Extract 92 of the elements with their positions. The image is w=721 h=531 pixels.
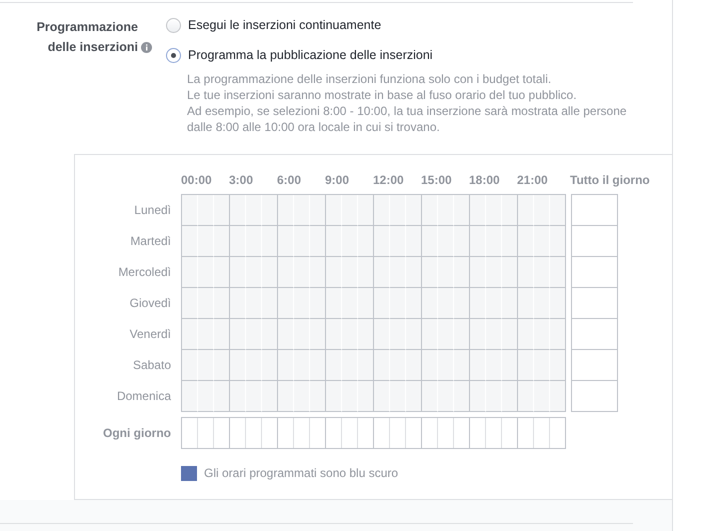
- all-day-cell[interactable]: [571, 257, 618, 288]
- hour-cell[interactable]: [358, 195, 374, 226]
- hour-cell[interactable]: [262, 195, 278, 226]
- all-day-cell[interactable]: [571, 319, 618, 350]
- description-text: La programmazione delle inserzioni funziona solo con i budget totali.: [187, 71, 552, 87]
- hour-label: 12:00: [373, 173, 404, 187]
- hour-cell[interactable]: [502, 288, 518, 319]
- radio-button[interactable]: [166, 48, 181, 62]
- all-day-cell[interactable]: [571, 226, 618, 257]
- hour-cell[interactable]: [454, 195, 470, 226]
- hour-cell[interactable]: [550, 350, 566, 381]
- hour-cell[interactable]: [406, 257, 422, 288]
- hour-cell[interactable]: [550, 381, 566, 412]
- hour-cell[interactable]: [358, 226, 374, 257]
- column-header: Tutto il giorno: [570, 172, 650, 189]
- hour-cell[interactable]: [406, 319, 422, 350]
- hour-cell[interactable]: [262, 319, 278, 350]
- hour-cell[interactable]: [454, 319, 470, 350]
- radio-button[interactable]: [166, 18, 181, 32]
- hour-cell[interactable]: [406, 350, 422, 381]
- hour-cell[interactable]: [550, 288, 566, 319]
- hour-label: 9:00: [325, 173, 350, 187]
- hour-label: 15:00: [421, 173, 452, 187]
- all-day-cell[interactable]: [571, 350, 618, 381]
- option-label: Esegui le inserzioni continuamente: [188, 16, 382, 34]
- hour-cell[interactable]: [262, 381, 278, 412]
- hour-cell[interactable]: [214, 319, 230, 350]
- hour-cell[interactable]: [406, 226, 422, 257]
- hour-cell[interactable]: [502, 257, 518, 288]
- all-day-cell[interactable]: [571, 381, 618, 412]
- hour-cell[interactable]: [406, 288, 422, 319]
- hour-cell[interactable]: [454, 350, 470, 381]
- hour-cell[interactable]: [262, 226, 278, 257]
- day-label: Mercoledì: [118, 264, 171, 280]
- legend-text: Gli orari programmati sono blu scuro: [204, 465, 398, 482]
- hour-cell[interactable]: [214, 226, 230, 257]
- hour-cell[interactable]: [358, 319, 374, 350]
- day-label: Giovedì: [130, 294, 171, 312]
- hour-cell[interactable]: [310, 257, 326, 288]
- hour-cell[interactable]: [358, 350, 374, 381]
- day-label: Venerdì: [130, 326, 171, 342]
- all-day-cell[interactable]: [571, 195, 618, 226]
- hour-cell[interactable]: [214, 350, 230, 381]
- hour-cell[interactable]: [214, 288, 230, 319]
- hour-cell[interactable]: [358, 381, 374, 412]
- option-label: Programma la pubblicazione delle inserzioni: [188, 46, 433, 64]
- hour-cell[interactable]: [502, 350, 518, 381]
- hour-cell[interactable]: [454, 381, 470, 412]
- hour-cell[interactable]: [550, 195, 566, 226]
- hour-cell[interactable]: [262, 257, 278, 288]
- hour-cell[interactable]: [454, 288, 470, 319]
- hour-cell[interactable]: [454, 226, 470, 257]
- description-text: Ad esempio, se selezioni 8:00 - 10:00, la tua inserzione sarà mostrata alle persone: [187, 103, 627, 119]
- hour-cell[interactable]: [550, 257, 566, 288]
- hour-cell[interactable]: [406, 195, 422, 226]
- hour-label: 6:00: [277, 173, 302, 187]
- hour-cell[interactable]: [214, 381, 230, 412]
- hour-cell[interactable]: [310, 350, 326, 381]
- hour-cell[interactable]: [550, 319, 566, 350]
- hour-cell[interactable]: [214, 195, 230, 226]
- hour-label: 00:00: [181, 173, 212, 187]
- legend-swatch: [181, 466, 197, 480]
- day-label: Martedì: [130, 232, 171, 250]
- hour-cell[interactable]: [502, 226, 518, 257]
- hour-cell[interactable]: [406, 381, 422, 412]
- hour-cell[interactable]: [310, 381, 326, 412]
- info-icon: [141, 42, 152, 53]
- hour-cell[interactable]: [310, 319, 326, 350]
- hour-cell[interactable]: [262, 350, 278, 381]
- hour-cell[interactable]: [310, 226, 326, 257]
- hour-cell[interactable]: [358, 288, 374, 319]
- all-day-cell[interactable]: [571, 288, 618, 319]
- row-label: Ogni giorno: [103, 424, 171, 442]
- hour-cell[interactable]: [454, 257, 470, 288]
- hour-label: 21:00: [517, 173, 548, 187]
- description-text: dalle 8:00 alle 10:00 ora locale in cui si trovano.: [187, 119, 441, 135]
- hour-cell[interactable]: [502, 319, 518, 350]
- hour-cell[interactable]: [310, 288, 326, 319]
- day-label: Lunedì: [134, 202, 171, 218]
- section-label: Programmazione delle inserzioni: [36, 19, 138, 56]
- description-text: Le tue inserzioni saranno mostrate in base al fuso orario del tuo pubblico.: [187, 87, 578, 103]
- hour-label: 18:00: [469, 173, 500, 187]
- day-label: Domenica: [116, 388, 171, 404]
- hour-cell[interactable]: [502, 381, 518, 412]
- hour-cell[interactable]: [262, 288, 278, 319]
- hour-label: 3:00: [229, 173, 254, 187]
- hour-cell[interactable]: [358, 257, 374, 288]
- hour-cell[interactable]: [550, 226, 566, 257]
- hour-cell[interactable]: [310, 195, 326, 226]
- hour-cell[interactable]: [502, 195, 518, 226]
- hour-cell[interactable]: [214, 257, 230, 288]
- day-label: Sabato: [132, 356, 171, 374]
